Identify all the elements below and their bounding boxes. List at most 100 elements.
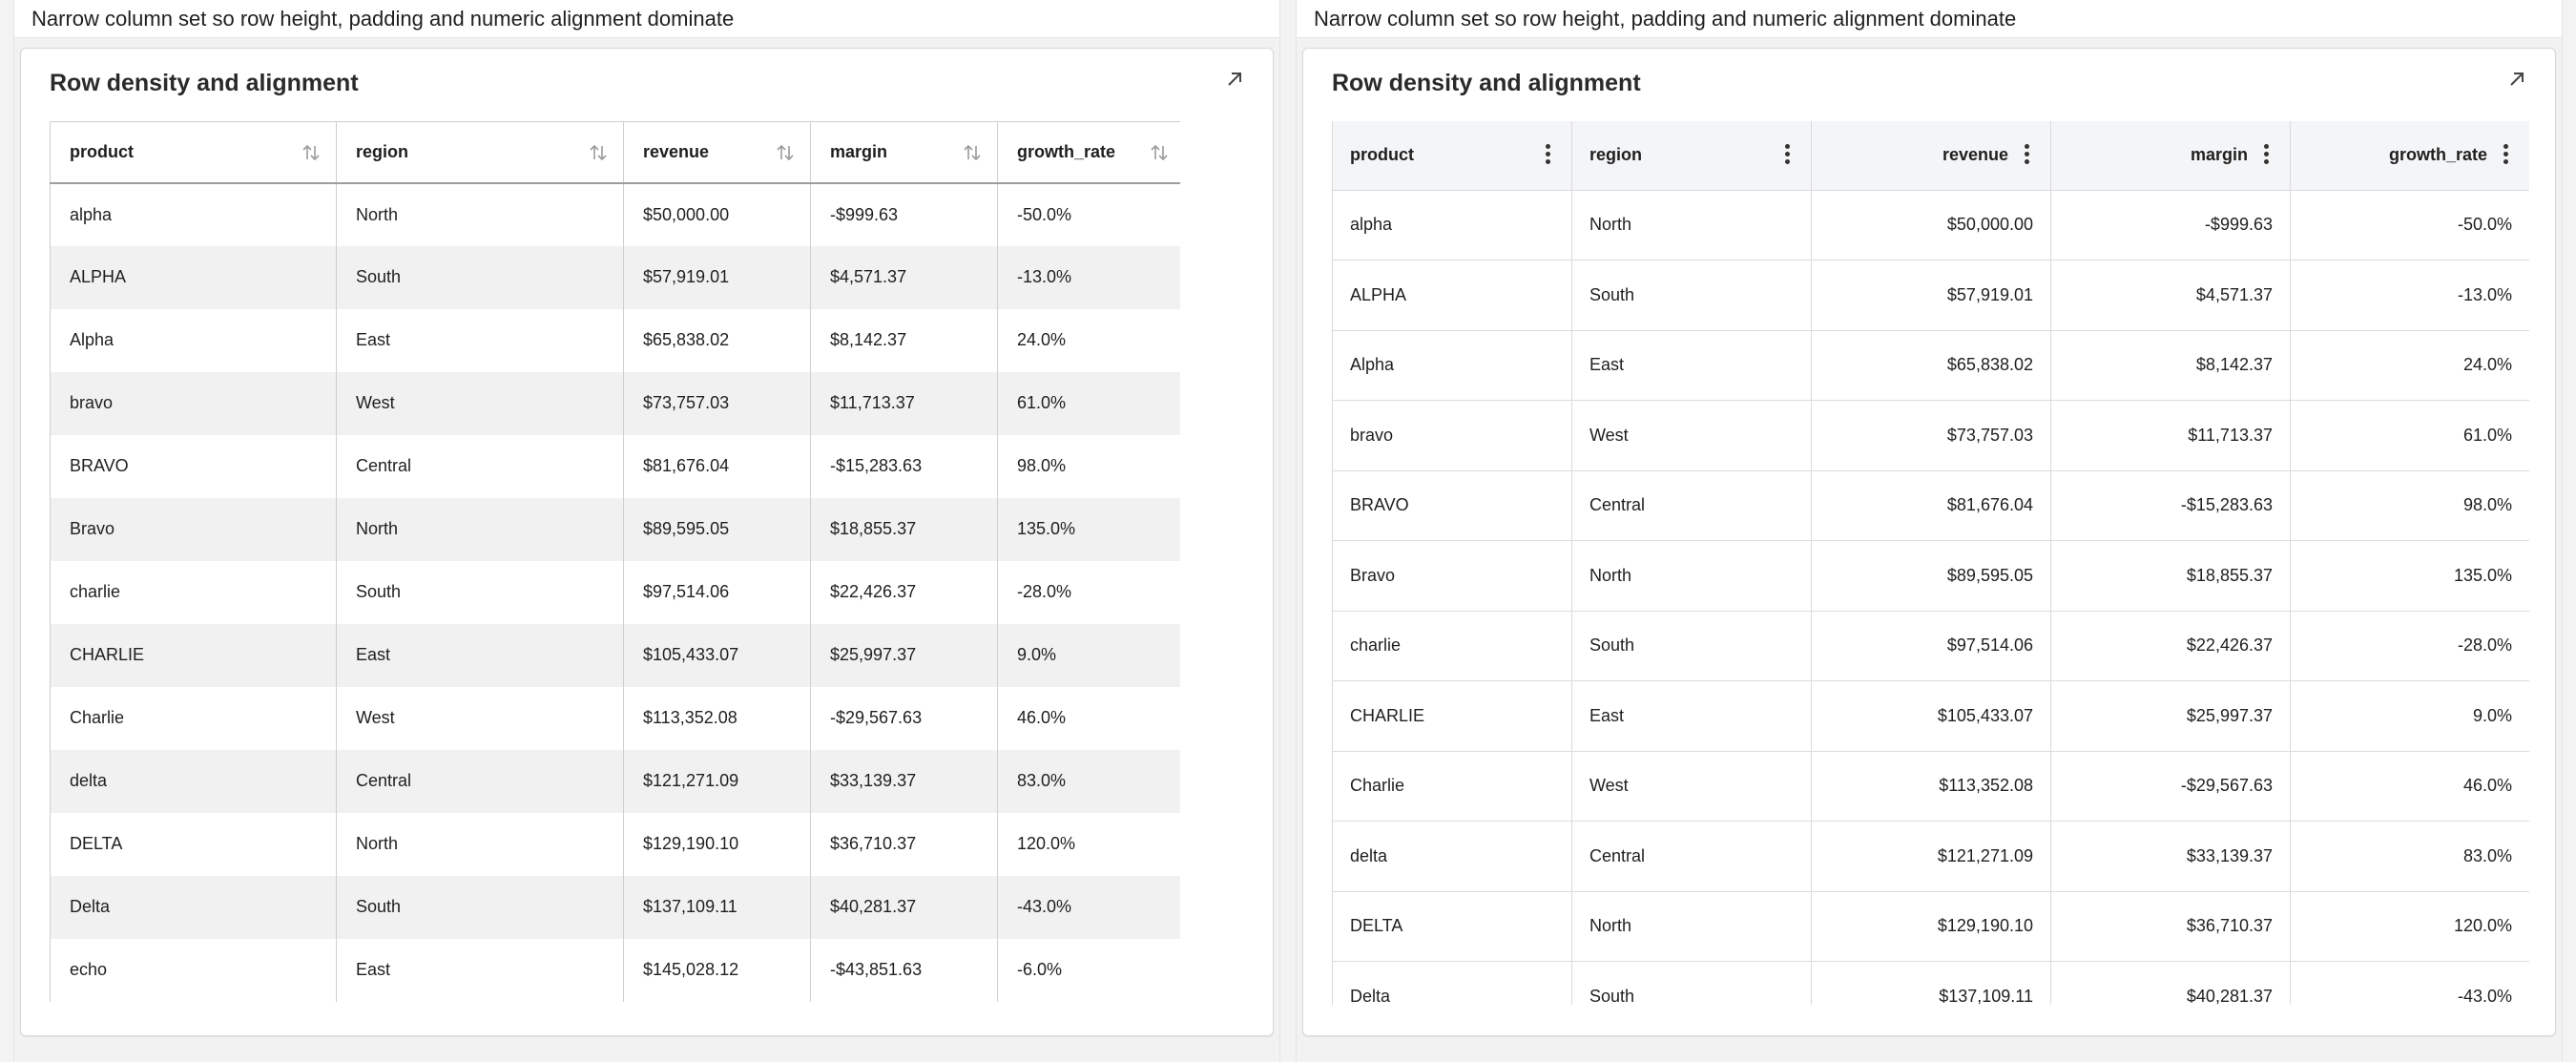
column-menu-icon[interactable] (1784, 144, 1790, 165)
expand-icon[interactable] (2505, 68, 2528, 91)
column-header-revenue[interactable]: revenue (1811, 121, 2051, 191)
cell-region: Central (1571, 821, 1812, 892)
cell-margin: $11,713.37 (810, 371, 998, 435)
column-header-margin[interactable]: margin (2050, 121, 2291, 191)
cell-product: CHARLIE (50, 623, 337, 687)
cell-region: East (336, 308, 624, 372)
table-row[interactable]: echo East $145,028.12 -$43,851.63 -6.0% (50, 938, 1180, 1002)
cell-growth_rate: 9.0% (2290, 680, 2529, 752)
sort-icon[interactable] (961, 141, 984, 164)
cell-margin: $22,426.37 (810, 560, 998, 624)
cell-product: echo (50, 938, 337, 1002)
table-row[interactable]: ALPHA South $57,919.01 $4,571.37 -13.0% (1332, 260, 2529, 331)
table-row[interactable]: delta Central $121,271.09 $33,139.37 83.0% (50, 749, 1180, 813)
column-header-region[interactable]: region (1571, 121, 1812, 191)
table-row[interactable]: Bravo North $89,595.05 $18,855.37 135.0% (1332, 540, 2529, 612)
card-title: Row density and alignment (50, 70, 359, 96)
cell-region: North (336, 497, 624, 561)
cell-margin: $25,997.37 (2050, 680, 2291, 752)
table-row[interactable]: Alpha East $65,838.02 $8,142.37 24.0% (1332, 330, 2529, 401)
expand-icon[interactable] (1223, 68, 1246, 91)
cell-region: South (336, 245, 624, 309)
column-menu-icon[interactable] (1545, 144, 1550, 165)
cell-region: East (1571, 330, 1812, 401)
cell-product: Alpha (50, 308, 337, 372)
cell-revenue: $73,757.03 (1811, 400, 2051, 471)
cell-revenue: $105,433.07 (623, 623, 811, 687)
cell-revenue: $145,028.12 (623, 938, 811, 1002)
cell-region: South (1571, 611, 1812, 681)
cell-growth_rate: 83.0% (2290, 821, 2529, 892)
cell-product: Charlie (1332, 751, 1572, 822)
cell-product: BRAVO (50, 434, 337, 498)
table-row[interactable]: charlie South $97,514.06 $22,426.37 -28.0% (1332, 611, 2529, 681)
cell-revenue: $137,109.11 (623, 875, 811, 939)
cell-growth_rate: -50.0% (2290, 190, 2529, 260)
cell-product: charlie (50, 560, 337, 624)
cell-region: West (1571, 400, 1812, 471)
right-panel: Narrow column set so row height, padding… (1296, 0, 2563, 1062)
table-row[interactable]: alpha North $50,000.00 -$999.63 -50.0% (50, 182, 1180, 246)
table-row[interactable]: BRAVO Central $81,676.04 -$15,283.63 98.0% (1332, 470, 2529, 541)
column-header-label: product (1350, 145, 1414, 165)
cell-revenue: $81,676.04 (1811, 470, 2051, 541)
column-header-margin[interactable]: margin (810, 121, 998, 184)
cell-growth_rate: 61.0% (2290, 400, 2529, 471)
sort-icon[interactable] (587, 141, 610, 164)
table-row[interactable]: bravo West $73,757.03 $11,713.37 61.0% (1332, 400, 2529, 471)
cell-product: charlie (1332, 611, 1572, 681)
column-header-growth_rate[interactable]: growth_rate (2290, 121, 2529, 191)
table-row[interactable]: charlie South $97,514.06 $22,426.37 -28.0% (50, 560, 1180, 624)
table-row[interactable]: Charlie West $113,352.08 -$29,567.63 46.0% (1332, 751, 2529, 822)
panel-caption: Narrow column set so row height, padding… (14, 0, 1279, 38)
table-row[interactable]: ALPHA South $57,919.01 $4,571.37 -13.0% (50, 245, 1180, 309)
column-menu-icon[interactable] (2503, 144, 2508, 165)
table-row[interactable]: alpha North $50,000.00 -$999.63 -50.0% (1332, 190, 2529, 260)
cell-product: BRAVO (1332, 470, 1572, 541)
table-row[interactable]: Charlie West $113,352.08 -$29,567.63 46.0% (50, 686, 1180, 750)
cell-margin: -$999.63 (810, 182, 998, 246)
cell-growth_rate: 61.0% (997, 371, 1180, 435)
table-card: Row density and alignment product region r… (20, 48, 1274, 1036)
table-row[interactable]: BRAVO Central $81,676.04 -$15,283.63 98.0% (50, 434, 1180, 498)
cell-region: West (336, 686, 624, 750)
cell-revenue: $81,676.04 (623, 434, 811, 498)
sort-icon[interactable] (300, 141, 322, 164)
column-header-region[interactable]: region (336, 121, 624, 184)
table-row[interactable]: DELTA North $129,190.10 $36,710.37 120.0% (1332, 891, 2529, 962)
column-header-label: region (1589, 145, 1643, 165)
cell-growth_rate: 46.0% (997, 686, 1180, 750)
cell-product: alpha (1332, 190, 1572, 260)
cell-revenue: $129,190.10 (1811, 891, 2051, 962)
table-row[interactable]: CHARLIE East $105,433.07 $25,997.37 9.0% (50, 623, 1180, 687)
table-row[interactable]: Bravo North $89,595.05 $18,855.37 135.0% (50, 497, 1180, 561)
column-header-product[interactable]: product (1332, 121, 1572, 191)
cell-product: delta (50, 749, 337, 813)
table-row[interactable]: DELTA North $129,190.10 $36,710.37 120.0% (50, 812, 1180, 876)
column-header-label: revenue (643, 141, 710, 161)
cell-revenue: $97,514.06 (1811, 611, 2051, 681)
column-header-revenue[interactable]: revenue (623, 121, 811, 184)
table-row[interactable]: delta Central $121,271.09 $33,139.37 83.0% (1332, 821, 2529, 892)
column-menu-icon[interactable] (2263, 144, 2269, 165)
card-title: Row density and alignment (1332, 70, 1641, 96)
table-row[interactable]: bravo West $73,757.03 $11,713.37 61.0% (50, 371, 1180, 435)
sort-icon[interactable] (1148, 141, 1171, 164)
sort-icon[interactable] (774, 141, 797, 164)
cell-revenue: $73,757.03 (623, 371, 811, 435)
cell-product: Delta (50, 875, 337, 939)
table-row[interactable]: Alpha East $65,838.02 $8,142.37 24.0% (50, 308, 1180, 372)
cell-margin: $18,855.37 (2050, 540, 2291, 612)
cell-revenue: $57,919.01 (1811, 260, 2051, 331)
cell-revenue: $89,595.05 (623, 497, 811, 561)
cell-margin: -$29,567.63 (810, 686, 998, 750)
cell-region: North (1571, 190, 1812, 260)
table-row[interactable]: Delta South $137,109.11 $40,281.37 -43.0% (50, 875, 1180, 939)
column-menu-icon[interactable] (2024, 144, 2029, 165)
table-row[interactable]: CHARLIE East $105,433.07 $25,997.37 9.0% (1332, 680, 2529, 752)
cell-region: South (336, 560, 624, 624)
column-header-growth_rate[interactable]: growth_rate (997, 121, 1180, 184)
cell-margin: -$29,567.63 (2050, 751, 2291, 822)
column-header-product[interactable]: product (50, 121, 337, 184)
table-row[interactable]: Delta South $137,109.11 $40,281.37 -43.0% (1332, 961, 2529, 1005)
